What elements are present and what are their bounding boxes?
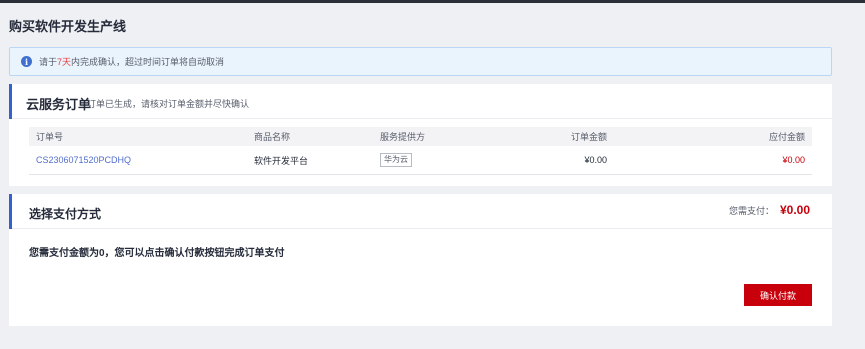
payable-amount: ¥0.00 xyxy=(782,155,805,165)
column-header-payable-amount: 应付金额 xyxy=(768,132,805,142)
confirm-payment-button[interactable]: 确认付款 xyxy=(744,284,812,306)
order-table: 订单号 商品名称 服务提供方 订单金额 应付金额 CS2306071520PCD… xyxy=(29,127,812,175)
notice-deadline: 7天 xyxy=(57,57,72,67)
order-card: 云服务订单 订单已生成，请核对订单金额并尽快确认 订单号 商品名称 服务提供方 … xyxy=(9,84,832,186)
order-amount: ¥0.00 xyxy=(584,155,607,165)
notice-suffix: 内完成确认，超过时间订单将自动取消 xyxy=(71,57,225,67)
payment-total: 您需支付： ¥0.00 xyxy=(729,203,810,217)
section-accent-bar xyxy=(9,194,12,229)
column-header-product: 商品名称 xyxy=(254,132,291,142)
payment-total-label: 您需支付： xyxy=(728,206,774,216)
order-section-subtitle: 订单已生成，请核对订单金额并尽快确认 xyxy=(87,99,250,109)
payment-card: 选择支付方式 您需支付： ¥0.00 您需支付金额为0，您可以点击确认付款按钮完… xyxy=(9,194,832,326)
product-name: 软件开发平台 xyxy=(254,155,309,166)
notice-banner: i 请于 7天 内完成确认，超过时间订单将自动取消 xyxy=(9,47,832,76)
page-title: 购买软件开发生产线 xyxy=(9,19,127,34)
provider-tag: 华为云 xyxy=(380,153,412,167)
payment-total-amount: ¥0.00 xyxy=(779,203,810,217)
info-icon: i xyxy=(21,56,32,67)
order-card-header: 云服务订单 订单已生成，请核对订单金额并尽快确认 xyxy=(9,84,832,119)
top-bar xyxy=(0,0,865,3)
payment-card-header: 选择支付方式 您需支付： ¥0.00 xyxy=(9,194,832,229)
table-row: CS2306071520PCDHQ 软件开发平台 华为云 ¥0.00 ¥0.00 xyxy=(29,146,812,175)
payment-message: 您需支付金额为0，您可以点击确认付款按钮完成订单支付 xyxy=(29,248,285,259)
column-header-order-id: 订单号 xyxy=(36,132,64,142)
payment-section-title: 选择支付方式 xyxy=(29,207,102,221)
notice-prefix: 请于 xyxy=(39,57,58,67)
order-section-title: 云服务订单 xyxy=(26,97,92,112)
column-header-order-amount: 订单金额 xyxy=(570,132,607,142)
column-header-provider: 服务提供方 xyxy=(380,132,426,142)
section-accent-bar xyxy=(9,84,12,119)
order-table-header: 订单号 商品名称 服务提供方 订单金额 应付金额 xyxy=(29,127,812,146)
order-id-link[interactable]: CS2306071520PCDHQ xyxy=(36,155,131,165)
